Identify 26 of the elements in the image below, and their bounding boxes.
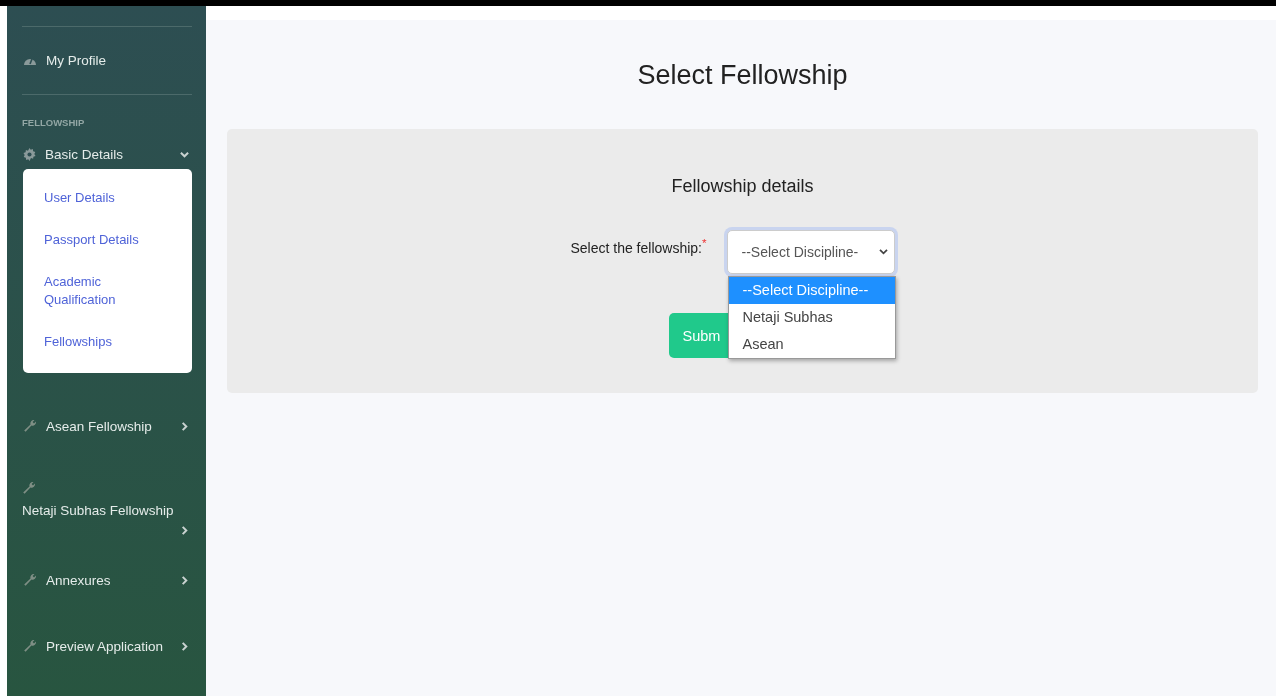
sidebar-item[interactable]: Asean Fellowship <box>46 418 171 434</box>
submenu-link[interactable]: Academic Qualification <box>23 261 192 321</box>
gear-icon <box>23 147 36 161</box>
chevron-right-icon <box>180 421 189 431</box>
wrench-icon <box>22 481 36 495</box>
chevron-right-icon <box>180 575 189 585</box>
form-heading: Fellowship details <box>670 175 815 197</box>
sidebar-item[interactable]: Basic Details <box>45 146 171 162</box>
wrench-icon <box>23 419 37 433</box>
sidebar-item[interactable]: My Profile <box>46 53 192 68</box>
chevron-down-icon <box>180 149 189 159</box>
sidebar-item[interactable]: Annexures <box>46 572 171 588</box>
sidebar-item[interactable]: Netaji Subhas Fellowship <box>22 503 174 518</box>
caret-icon <box>878 248 888 256</box>
field-label: Select the fellowship:$^{*}$ <box>570 235 707 258</box>
discipline-select[interactable]: --Select Discipline- <box>726 230 895 274</box>
sidebar-item[interactable]: Preview Application <box>46 638 171 654</box>
chevron-right-icon <box>180 641 189 651</box>
wrench-icon <box>23 573 37 587</box>
submenu-link[interactable]: User Details <box>23 177 192 219</box>
page-title: Select Fellowship <box>636 59 849 92</box>
chevron-right-icon <box>180 526 189 535</box>
submenu-link[interactable]: Passport Details <box>23 219 192 261</box>
submenu-link[interactable]: Fellowships <box>23 321 192 363</box>
wrench-icon <box>23 639 37 653</box>
section-heading: FELLOWSHIP <box>22 116 86 130</box>
